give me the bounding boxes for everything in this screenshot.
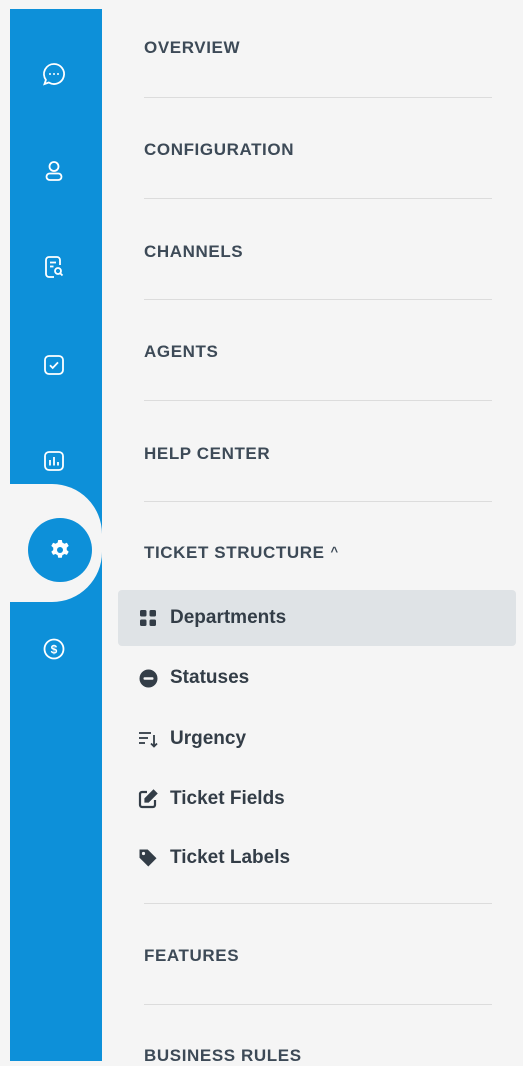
divider — [144, 501, 492, 502]
gear-icon — [51, 540, 69, 558]
nav-section-configuration[interactable]: CONFIGURATION — [144, 140, 294, 160]
sub-item-label: Departments — [170, 607, 287, 628]
divider — [144, 903, 492, 904]
divider — [144, 198, 492, 199]
rail-item-settings[interactable] — [28, 518, 92, 582]
minus-circle-icon — [138, 668, 158, 688]
checkbox-icon — [44, 355, 64, 375]
user-icon — [45, 161, 63, 181]
sub-item-statuses[interactable]: Statuses — [118, 650, 516, 706]
rail-item-contacts[interactable] — [36, 153, 72, 189]
chat-icon — [43, 63, 65, 86]
sub-item-label: Urgency — [170, 728, 247, 749]
rail-item-reports-search[interactable] — [36, 249, 72, 285]
tag-icon — [138, 848, 158, 868]
divider — [144, 299, 492, 300]
sub-item-label: Statuses — [170, 667, 250, 688]
sub-item-label: Ticket Labels — [170, 847, 291, 868]
section-label: TICKET STRUCTURE — [144, 543, 325, 562]
sub-item-ticket-labels[interactable]: Ticket Labels — [118, 830, 516, 886]
sub-item-urgency[interactable]: Urgency — [118, 711, 516, 767]
nav-section-features[interactable]: FEATURES — [144, 946, 239, 966]
search-document-icon — [45, 256, 64, 278]
sub-item-ticket-fields[interactable]: Ticket Fields — [118, 771, 516, 827]
nav-section-help-center[interactable]: HELP CENTER — [144, 444, 270, 464]
sort-descending-icon — [138, 729, 158, 749]
divider — [144, 400, 492, 401]
rail-item-chat[interactable] — [36, 56, 72, 92]
nav-section-overview[interactable]: OVERVIEW — [144, 38, 240, 58]
chevron-up-icon: ^ — [330, 544, 339, 559]
divider — [144, 97, 492, 98]
sub-item-departments[interactable]: Departments — [118, 590, 516, 646]
sub-item-label: Ticket Fields — [170, 788, 285, 809]
svg-text:$: $ — [51, 643, 58, 657]
bar-chart-icon — [44, 451, 64, 471]
nav-section-business-rules[interactable]: BUSINESS RULES — [144, 1046, 302, 1066]
rail-item-tasks[interactable] — [36, 347, 72, 383]
divider — [144, 1004, 492, 1005]
nav-section-channels[interactable]: CHANNELS — [144, 242, 243, 262]
rail-item-analytics[interactable] — [36, 443, 72, 479]
rail-item-billing[interactable]: $ — [36, 631, 72, 667]
nav-section-agents[interactable]: AGENTS — [144, 342, 218, 362]
dollar-circle-icon: $ — [43, 638, 65, 660]
nav-section-ticket-structure[interactable]: TICKET STRUCTURE ^ — [144, 543, 339, 563]
grid-icon — [138, 608, 158, 628]
edit-square-icon — [138, 789, 158, 809]
